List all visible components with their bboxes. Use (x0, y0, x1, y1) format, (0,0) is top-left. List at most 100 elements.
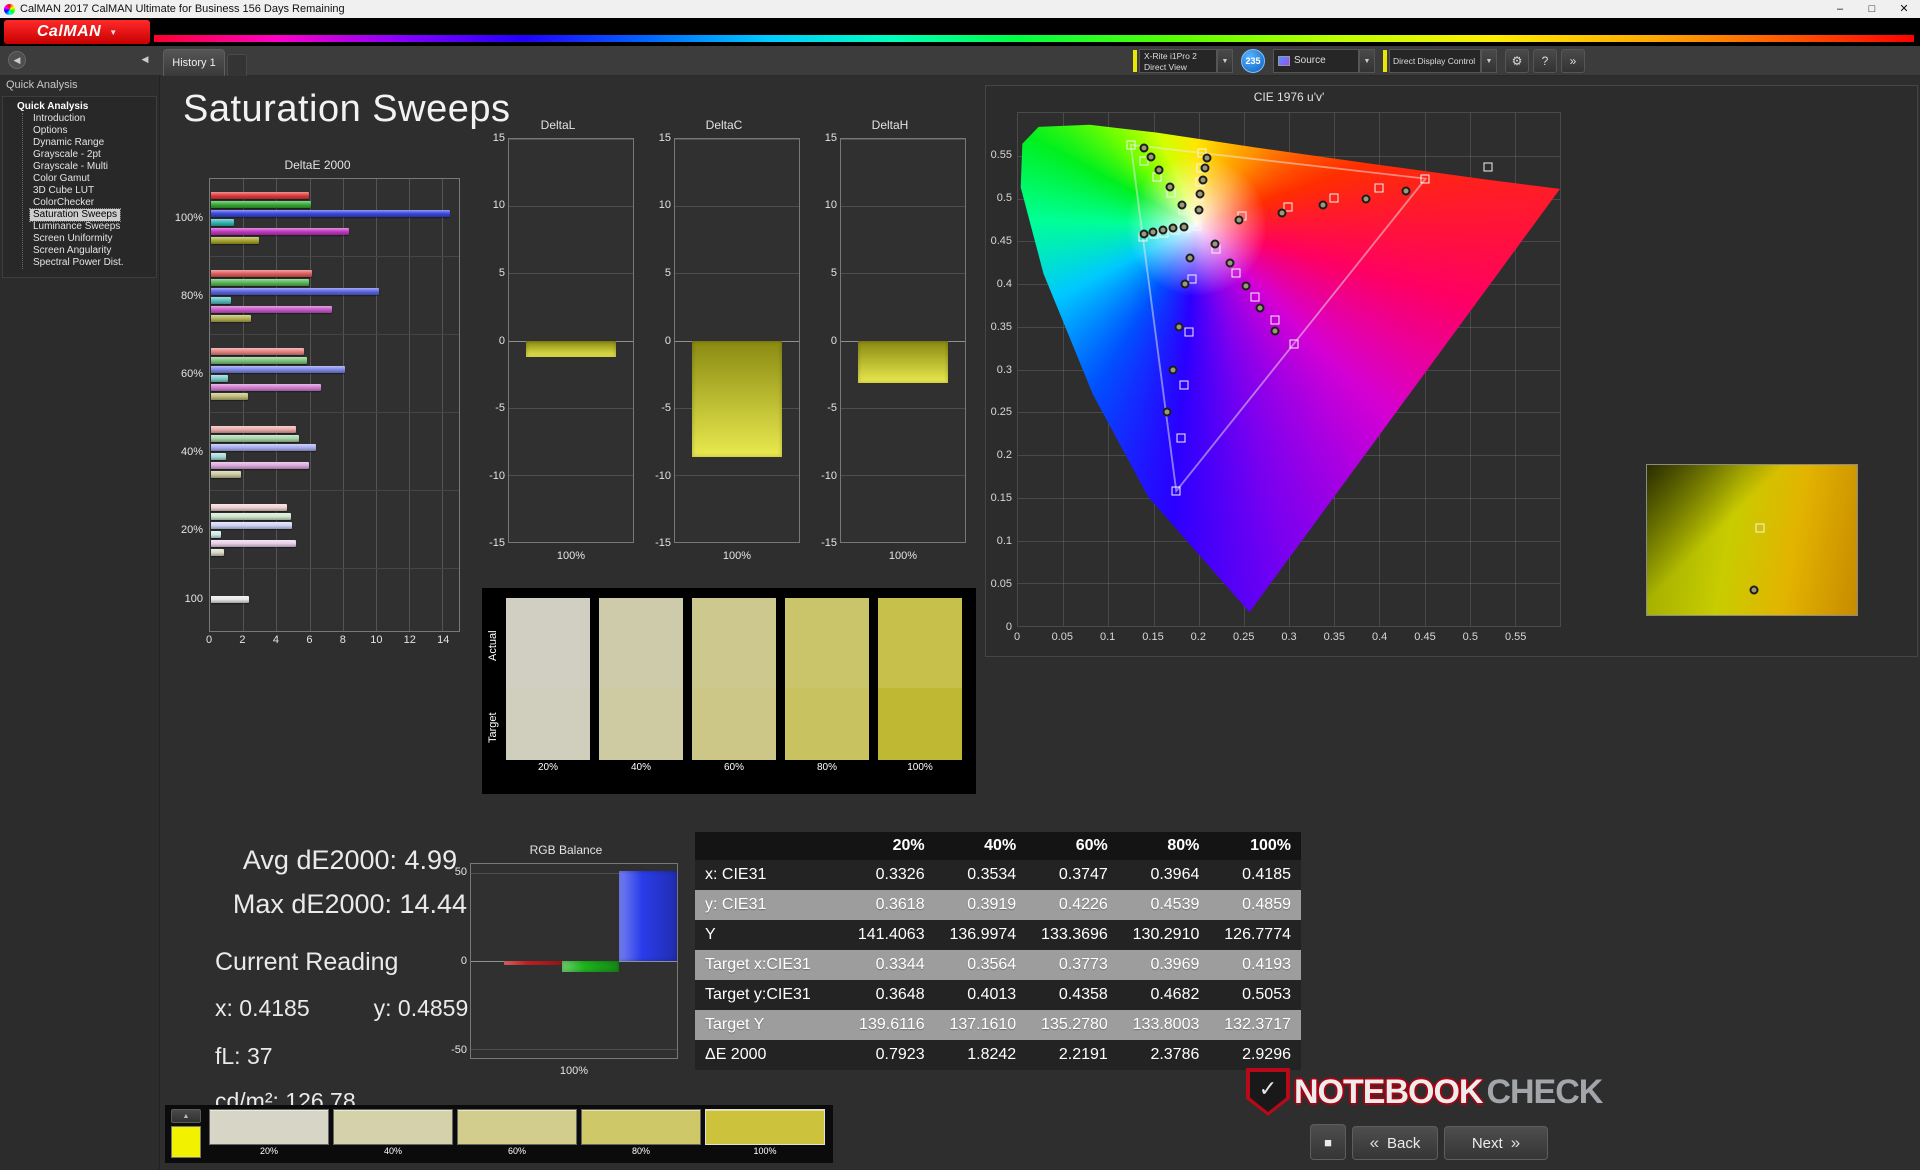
tab-history-1[interactable]: History 1 (163, 49, 225, 76)
measurement-count-badge[interactable]: 235 (1241, 49, 1265, 73)
deltaC-gridline (675, 542, 799, 543)
table-row: x: CIE31 0.3326 0.3534 0.3747 0.3964 0.4185 (695, 860, 1301, 890)
table-row-label: Target Y (695, 1010, 843, 1040)
table-cell: 0.4859 (1209, 890, 1301, 920)
table-row: ΔE 2000 0.7923 1.8242 2.2191 2.3786 2.9296 (695, 1040, 1301, 1070)
deltae-bar-green (211, 512, 291, 520)
cie-measured-point (1177, 200, 1186, 210)
page-title: Saturation Sweeps (183, 88, 511, 130)
deltaL-gridline (509, 542, 633, 543)
actual-swatch (692, 598, 776, 688)
table-cell: 0.3964 (1117, 860, 1210, 890)
table-cell: 0.3344 (843, 950, 935, 980)
minimize-button[interactable]: – (1824, 0, 1856, 18)
calman-logo-menu[interactable]: CalMAN ▼ (4, 20, 150, 44)
watermark-check: CHECK (1486, 1072, 1603, 1111)
notebookcheck-shield-icon: ✓ (1246, 1068, 1290, 1116)
deltae-group-label: 20% (180, 523, 203, 536)
table-cell: 0.4682 (1117, 980, 1210, 1010)
table-header-row: 20% 40% 60% 80% 100% (695, 832, 1301, 860)
sidebar-item-screen-uniformity[interactable]: Screen Uniformity (30, 233, 115, 245)
source-dropdown[interactable]: Source (1273, 49, 1359, 73)
sidebar-item-colorchecker[interactable]: ColorChecker (30, 197, 97, 209)
calman-logo-text: CalMAN (36, 23, 102, 40)
gear-icon[interactable]: ⚙ (1505, 49, 1529, 73)
cie-axis-tick: 0.35 (990, 320, 1012, 333)
deltaL-axis-tick: 5 (498, 266, 505, 279)
next-button[interactable]: Next » (1444, 1126, 1548, 1160)
saturation-level-button-40%[interactable]: 40% (333, 1109, 453, 1158)
deltae-bar-red (211, 503, 288, 511)
deltae-group-label: 100 (184, 593, 203, 605)
deltaC-gridline (675, 206, 799, 208)
display-control-dropdown[interactable]: Direct Display Control (1389, 49, 1481, 73)
cie-target-point (1329, 193, 1339, 203)
cie-inset-measured (1749, 585, 1759, 594)
sidebar-item-color-gamut[interactable]: Color Gamut (30, 173, 93, 185)
meter-dropdown-caret-icon[interactable]: ▼ (1217, 49, 1233, 73)
swatch-column: 40% (599, 598, 683, 776)
collapse-left-icon[interactable]: ◀ (8, 51, 26, 69)
sidebar-item-dynamic-range[interactable]: Dynamic Range (30, 137, 107, 149)
sidebar-item-quick-analysis-root[interactable]: Quick Analysis (5, 100, 154, 113)
saturation-level-swatch (209, 1109, 329, 1145)
back-button[interactable]: « Back (1352, 1126, 1438, 1160)
more-panel-icon[interactable]: » (1561, 49, 1585, 73)
cie-axis-tick: 0.1 (1100, 631, 1116, 643)
sidebar-item-screen-angularity[interactable]: Screen Angularity (30, 245, 114, 257)
table-cell: 0.3648 (843, 980, 935, 1010)
tab-stub[interactable] (227, 54, 247, 76)
cie-measured-point (1185, 253, 1195, 263)
saturation-level-label: 20% (259, 1146, 278, 1156)
table-cell: 2.3786 (1117, 1040, 1210, 1070)
deltaL-axis-tick: -10 (489, 469, 505, 482)
table-column-header: 80% (1117, 832, 1210, 860)
deltaC-gridline (675, 273, 799, 275)
table-row: Target y:CIE31 0.3648 0.4013 0.4358 0.4682 0.… (695, 980, 1301, 1010)
cie-measured-point (1210, 239, 1220, 249)
close-button[interactable]: ✕ (1888, 0, 1920, 18)
table-column-header: 20% (843, 832, 935, 860)
stop-icon: ■ (1324, 1134, 1332, 1150)
meter-dropdown[interactable]: X-Rite i1Pro 2 Direct View (1139, 49, 1217, 73)
sidebar-item-introduction[interactable]: Introduction (30, 113, 88, 125)
saturation-level-button-20%[interactable]: 20% (209, 1109, 329, 1158)
cie-target-point (1192, 221, 1202, 231)
maximize-button[interactable]: □ (1856, 0, 1888, 18)
table-cell: 136.9974 (934, 920, 1027, 950)
sidebar-collapse-icon[interactable]: ◀ (136, 51, 154, 69)
deltaH-xlabel: 100% (888, 550, 918, 562)
sidebar-item-grayscale-2pt[interactable]: Grayscale - 2pt (30, 149, 104, 161)
deltae-bar-red (211, 347, 304, 355)
sidebar-item-3d-cube-lut[interactable]: 3D Cube LUT (30, 185, 97, 197)
current-fl: fL: 37 (215, 1043, 273, 1069)
rgb-bar-red (503, 961, 562, 966)
deltae-bar-blue (211, 443, 316, 451)
table-row: Target x:CIE31 0.3344 0.3564 0.3773 0.3969 0.… (695, 950, 1301, 980)
deltae-axis-tick: 14 (437, 634, 450, 646)
sidebar-item-grayscale-multi[interactable]: Grayscale - Multi (30, 161, 111, 173)
help-icon[interactable]: ? (1533, 49, 1557, 73)
sidebar-item-options[interactable]: Options (30, 125, 70, 137)
sidebar-item-luminance-sweeps[interactable]: Luminance Sweeps (30, 221, 123, 233)
deltaC-bar (692, 340, 782, 458)
actual-swatch (878, 598, 962, 688)
deltae-bar-yellow (211, 548, 225, 556)
saturation-level-button-60%[interactable]: 60% (457, 1109, 577, 1158)
stop-button[interactable]: ■ (1310, 1124, 1346, 1160)
table-cell: 0.3773 (1026, 950, 1118, 980)
cie-target-point (1179, 380, 1189, 390)
saturation-level-button-100%[interactable]: 100% (705, 1109, 825, 1158)
display-control-caret-icon[interactable]: ▼ (1481, 49, 1497, 73)
cie-measured-point (1139, 229, 1149, 239)
sidebar-item-saturation-sweeps[interactable]: Saturation Sweeps (29, 208, 121, 222)
cie-target-point (1176, 433, 1186, 443)
expand-levels-icon[interactable]: ▲ (171, 1109, 201, 1123)
sidebar-item-spectral-power-dist-[interactable]: Spectral Power Dist. (30, 257, 127, 269)
display-control-accent (1383, 50, 1387, 72)
cie-measured-point (1200, 163, 1210, 173)
workflow-tree: Quick Analysis Introduction Options Dynami… (2, 96, 157, 278)
saturation-level-button-80%[interactable]: 80% (581, 1109, 701, 1158)
rgb-balance-chart: RGB Balance 50 0 -50 100% (440, 843, 692, 1095)
source-dropdown-caret-icon[interactable]: ▼ (1359, 49, 1375, 73)
